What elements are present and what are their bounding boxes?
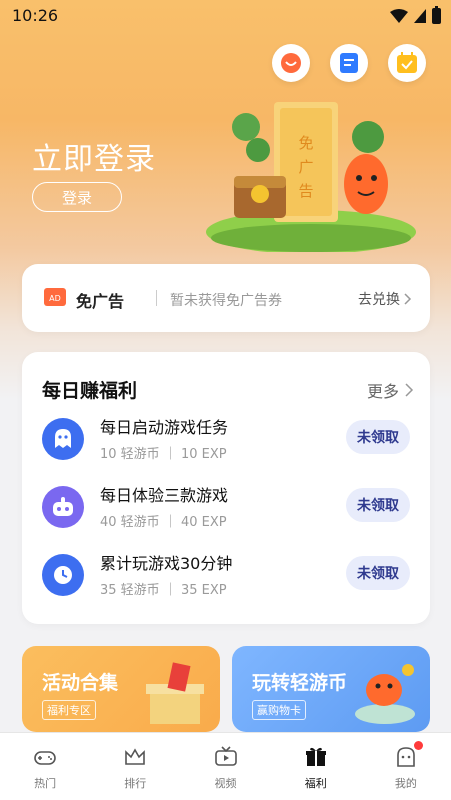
gift-icon — [305, 747, 326, 766]
task-title: 每日体验三款游戏 — [100, 486, 229, 505]
redeem-label: 去兑换 — [358, 292, 400, 308]
orange-face-icon — [281, 53, 301, 73]
redeem-link[interactable]: 去兑换 — [358, 289, 412, 309]
more-label: 更多 — [366, 382, 399, 401]
promo-title: 玩转轻游币 — [252, 672, 348, 694]
promo-title: 活动合集 — [42, 672, 119, 694]
ticket-char-3: 告 — [298, 182, 313, 200]
bottom-navigation: 热门 排行 视频 福利 我的 — [0, 732, 451, 800]
task-title: 累计玩游戏30分钟 — [100, 554, 233, 573]
no-ad-title: 免广告 — [76, 292, 125, 311]
nav-mine[interactable]: 我的 — [361, 733, 451, 800]
nav-rank[interactable]: 排行 — [90, 733, 180, 800]
task-reward: 40 轻游币 ｜ 40 EXP — [100, 515, 227, 530]
yellow-calendar-icon — [397, 52, 417, 73]
no-ad-coupon-icon: AD — [44, 288, 66, 306]
login-button[interactable]: 登录 — [32, 182, 122, 212]
document-button[interactable] — [330, 44, 368, 82]
no-ad-ticket-illustration: 免 广 告 — [206, 102, 416, 252]
task-reward: 10 轻游币 ｜ 10 EXP — [100, 447, 227, 462]
nav-label: 热门 — [34, 777, 57, 790]
nav-label: 排行 — [124, 777, 147, 790]
task-row: 每日启动游戏任务 10 轻游币 ｜ 10 EXP 未领取 — [22, 410, 430, 470]
login-title[interactable]: 立即登录 — [32, 134, 156, 178]
nav-video[interactable]: 视频 — [180, 733, 270, 800]
status-time: 10:26 — [12, 6, 59, 25]
clock-icon — [42, 554, 84, 596]
divider — [156, 290, 157, 306]
claim-button[interactable]: 未领取 — [346, 488, 410, 522]
status-bar: 10:26 — [0, 0, 451, 32]
nav-label: 我的 — [394, 777, 417, 790]
svg-text:AD: AD — [49, 294, 61, 303]
claim-button[interactable]: 未领取 — [346, 420, 410, 454]
chevron-right-icon — [404, 293, 412, 305]
task-row: 每日体验三款游戏 40 轻游币 ｜ 40 EXP 未领取 — [22, 478, 430, 538]
status-icons — [390, 6, 441, 24]
nav-welfare[interactable]: 福利 — [271, 733, 361, 800]
crown-icon — [125, 748, 146, 765]
gamepad-icon — [34, 751, 56, 765]
task-title: 每日启动游戏任务 — [100, 418, 229, 437]
wifi-icon — [390, 9, 408, 23]
task-row: 累计玩游戏30分钟 35 轻游币 ｜ 35 EXP 未领取 — [22, 546, 430, 606]
ticket-char-2: 广 — [298, 158, 313, 176]
mascot-icon — [355, 664, 415, 724]
signal-icon — [414, 9, 426, 23]
promo-tag: 福利专区 — [42, 700, 96, 720]
nav-label: 福利 — [304, 777, 327, 790]
daily-title: 每日赚福利 — [42, 380, 138, 402]
coin-play-banner[interactable]: 玩转轻游币 赢购物卡 — [232, 646, 430, 732]
ghost-icon — [42, 418, 84, 460]
tv-icon — [214, 746, 237, 766]
no-ad-desc: 暂未获得免广告券 — [170, 293, 282, 309]
checkin-button[interactable] — [388, 44, 426, 82]
task-reward: 35 轻游币 ｜ 35 EXP — [100, 583, 227, 598]
blue-doc-icon — [340, 53, 358, 73]
claim-button[interactable]: 未领取 — [346, 556, 410, 590]
daily-rewards-card: 每日赚福利 更多 每日启动游戏任务 10 轻游币 ｜ 10 EXP 未领取 每日… — [22, 352, 430, 624]
notification-badge — [413, 741, 423, 750]
more-link[interactable]: 更多 — [367, 378, 414, 402]
controller-face-icon — [42, 486, 84, 528]
battery-icon — [432, 6, 441, 24]
gift-box-icon — [146, 662, 204, 724]
nav-label: 视频 — [214, 777, 237, 790]
promo-tag: 赢购物卡 — [252, 700, 306, 720]
activity-collection-banner[interactable]: 活动合集 福利专区 — [22, 646, 220, 732]
character-button[interactable] — [272, 44, 310, 82]
ticket-char-1: 免 — [298, 134, 313, 152]
no-ad-card[interactable]: AD 免广告 暂未获得免广告券 去兑换 — [22, 264, 430, 332]
nav-hot[interactable]: 热门 — [0, 733, 90, 800]
chevron-right-icon — [405, 383, 414, 397]
